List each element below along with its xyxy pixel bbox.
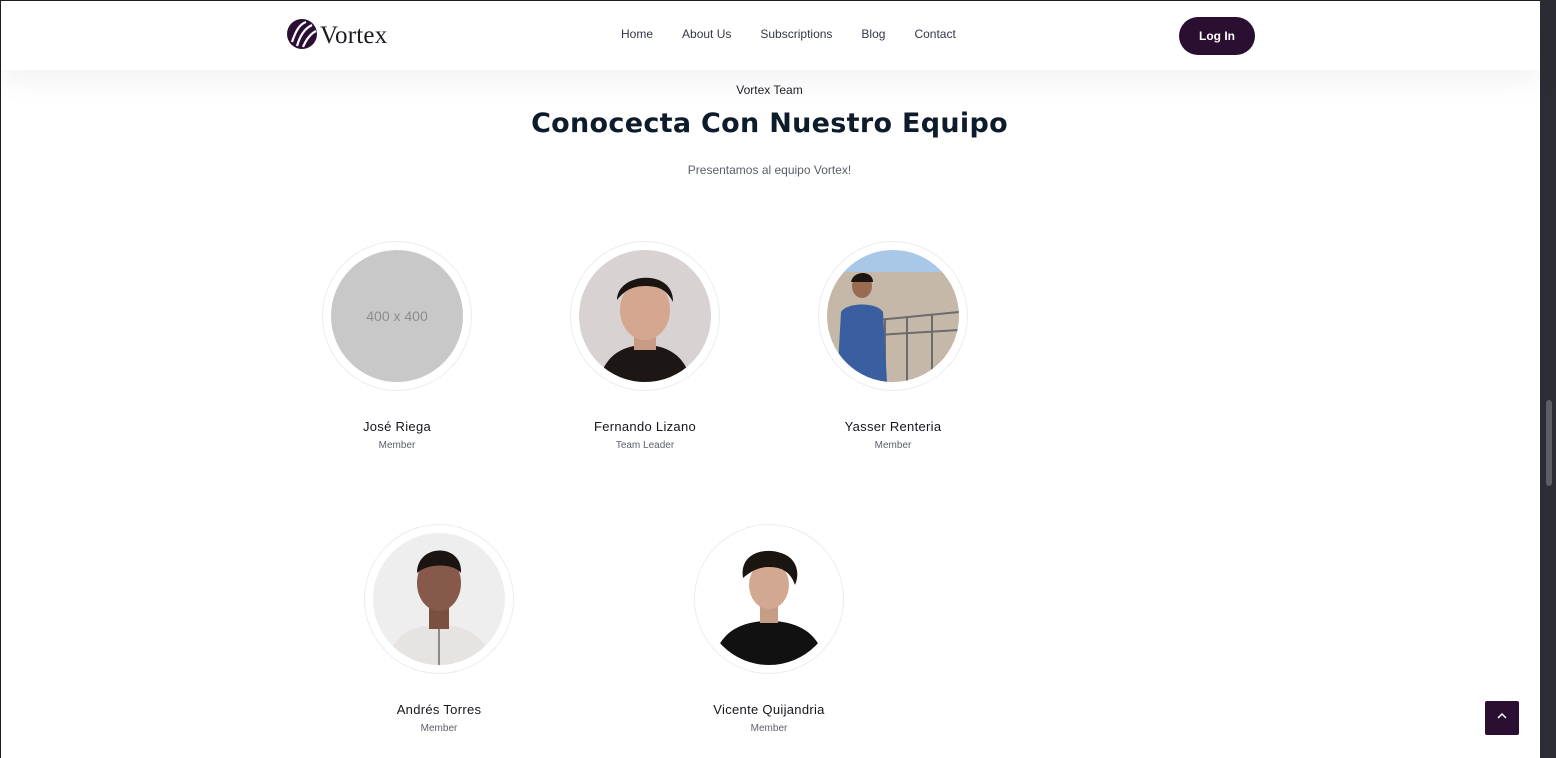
section-title: Conocecta Con Nuestro Equipo — [531, 108, 1008, 139]
member-role: Member — [378, 440, 416, 451]
member-role: Member — [750, 723, 788, 734]
member-role: Member — [874, 440, 912, 451]
site-header: Vortex Home About Us Subscriptions Blog … — [1, 1, 1540, 70]
team-member-card: Fernando Lizano Team Leader — [545, 241, 745, 451]
avatar-photo — [703, 533, 835, 665]
scrollbar-track[interactable] — [1540, 0, 1556, 758]
avatar-ring: 400 x 400 — [322, 241, 472, 391]
member-name: Yasser Renteria — [844, 419, 942, 434]
vortex-swirl-icon — [286, 18, 318, 55]
scroll-to-top-button[interactable] — [1485, 701, 1519, 735]
avatar-ring — [570, 241, 720, 391]
placeholder-label: 400 x 400 — [366, 308, 428, 324]
scrollbar-thumb[interactable] — [1546, 400, 1552, 486]
avatar-ring — [694, 524, 844, 674]
nav-subscriptions[interactable]: Subscriptions — [760, 27, 832, 41]
member-name: Andrés Torres — [396, 702, 482, 717]
chevron-up-icon — [1495, 709, 1509, 728]
member-role: Team Leader — [615, 440, 675, 451]
avatar-photo — [579, 250, 711, 382]
nav-about-us[interactable]: About Us — [682, 27, 731, 41]
member-name: Fernando Lizano — [593, 419, 697, 434]
member-role: Member — [420, 723, 458, 734]
team-member-card: Yasser Renteria Member — [793, 241, 993, 451]
login-button[interactable]: Log In — [1179, 17, 1255, 55]
avatar-photo — [827, 250, 959, 382]
brand-name: Vortex — [320, 22, 388, 49]
team-member-card: 400 x 400 José Riega Member — [297, 241, 497, 451]
nav-home[interactable]: Home — [621, 27, 653, 41]
nav-contact[interactable]: Contact — [914, 27, 955, 41]
member-name: Vicente Quijandria — [713, 702, 825, 717]
member-name: José Riega — [362, 419, 432, 434]
team-member-card: Vicente Quijandria Member — [669, 524, 869, 734]
nav-blog[interactable]: Blog — [861, 27, 885, 41]
brand-logo[interactable]: Vortex — [286, 18, 388, 55]
avatar-placeholder: 400 x 400 — [331, 250, 463, 382]
avatar-ring — [364, 524, 514, 674]
avatar-ring — [818, 241, 968, 391]
team-member-card: Andrés Torres Member — [339, 524, 539, 734]
section-eyebrow: Vortex Team — [736, 83, 803, 97]
section-subtitle: Presentamos al equipo Vortex! — [687, 163, 852, 177]
avatar-photo — [373, 533, 505, 665]
main-nav: Home About Us Subscriptions Blog Contact — [621, 27, 985, 41]
